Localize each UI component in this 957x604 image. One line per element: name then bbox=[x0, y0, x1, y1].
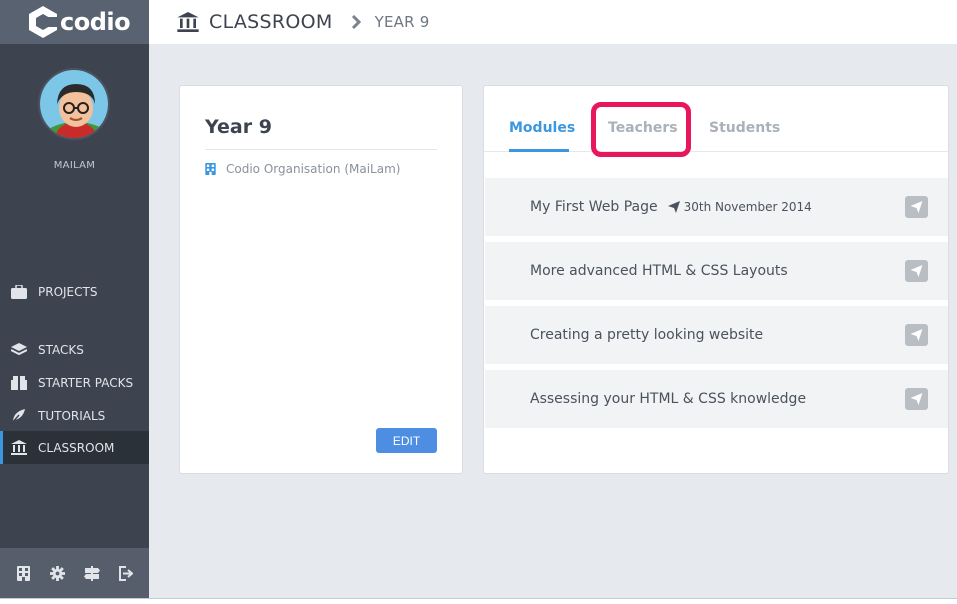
organization-icon bbox=[205, 163, 217, 175]
paper-plane-icon bbox=[667, 201, 680, 213]
classroom-icon bbox=[10, 439, 28, 457]
briefcase-icon bbox=[10, 283, 28, 301]
organization-icon[interactable] bbox=[14, 564, 32, 582]
logout-icon[interactable] bbox=[117, 564, 135, 582]
sidebar: codio MAILAM PROJECTS STACKS STARTER PAC… bbox=[0, 0, 149, 598]
module-row[interactable]: Assessing your HTML & CSS knowledge bbox=[485, 370, 948, 428]
sidebar-footer bbox=[0, 548, 149, 598]
breadcrumb-year: YEAR 9 bbox=[374, 13, 430, 31]
module-name: My First Web Page bbox=[530, 199, 658, 215]
breadcrumb: CLASSROOM YEAR 9 bbox=[149, 0, 957, 44]
modules-card: Modules Teachers Students My First Web P… bbox=[483, 85, 949, 474]
active-tab-indicator bbox=[509, 149, 569, 152]
sidebar-item-tutorials[interactable]: TUTORIALS bbox=[0, 399, 149, 432]
edit-button[interactable]: EDIT bbox=[376, 428, 437, 453]
avatar[interactable] bbox=[38, 68, 110, 140]
module-name: More advanced HTML & CSS Layouts bbox=[530, 263, 788, 279]
organisation-line: Codio Organisation (MaiLam) bbox=[205, 162, 400, 176]
sidebar-item-label: STARTER PACKS bbox=[38, 375, 134, 390]
class-title: Year 9 bbox=[205, 116, 272, 138]
publish-button[interactable] bbox=[905, 388, 928, 410]
publish-button[interactable] bbox=[905, 260, 928, 282]
module-name: Assessing your HTML & CSS knowledge bbox=[530, 391, 807, 407]
gear-icon[interactable] bbox=[48, 564, 66, 582]
publish-button[interactable] bbox=[905, 196, 928, 218]
module-row[interactable]: Creating a pretty looking website bbox=[485, 306, 948, 364]
sidebar-item-label: CLASSROOM bbox=[38, 440, 115, 455]
classroom-icon bbox=[177, 12, 199, 32]
sidebar-item-label: TUTORIALS bbox=[38, 408, 106, 423]
sidebar-item-label: PROJECTS bbox=[38, 284, 98, 299]
module-row[interactable]: My First Web Page 30th November 2014 bbox=[485, 178, 948, 236]
sidebar-item-starter-packs[interactable]: STARTER PACKS bbox=[0, 366, 149, 399]
module-name: Creating a pretty looking website bbox=[530, 327, 764, 343]
sidebar-item-label: STACKS bbox=[38, 342, 84, 357]
tab-modules[interactable]: Modules bbox=[509, 120, 575, 136]
module-row[interactable]: More advanced HTML & CSS Layouts bbox=[485, 242, 948, 300]
publish-button[interactable] bbox=[905, 324, 928, 346]
sidebar-item-classroom[interactable]: CLASSROOM bbox=[0, 431, 149, 464]
breadcrumb-classroom[interactable]: CLASSROOM bbox=[209, 11, 333, 33]
module-date-text: 30th November 2014 bbox=[683, 200, 812, 214]
organisation-name: Codio Organisation (MaiLam) bbox=[226, 162, 401, 176]
codio-logo-icon bbox=[28, 5, 58, 39]
package-icon bbox=[10, 374, 28, 392]
tab-bar: Modules Teachers Students bbox=[484, 86, 948, 157]
tab-students[interactable]: Students bbox=[709, 120, 780, 136]
sidebar-item-projects[interactable]: PROJECTS bbox=[0, 275, 149, 308]
chevron-right-icon bbox=[351, 15, 361, 29]
tutorial-icon bbox=[10, 407, 28, 425]
layers-icon bbox=[10, 341, 28, 359]
divider bbox=[205, 149, 437, 150]
module-published-date: 30th November 2014 bbox=[667, 200, 812, 214]
class-info-card: Year 9 Codio Organisation (MaiLam) EDIT bbox=[179, 85, 463, 474]
logo[interactable]: codio bbox=[0, 0, 149, 44]
signpost-icon[interactable] bbox=[83, 564, 101, 582]
logo-text: codio bbox=[60, 8, 131, 36]
teachers-highlight-annotation bbox=[591, 102, 691, 157]
window-bottom-edge bbox=[0, 598, 957, 604]
username: MAILAM bbox=[53, 160, 96, 171]
sidebar-item-stacks[interactable]: STACKS bbox=[0, 333, 149, 366]
